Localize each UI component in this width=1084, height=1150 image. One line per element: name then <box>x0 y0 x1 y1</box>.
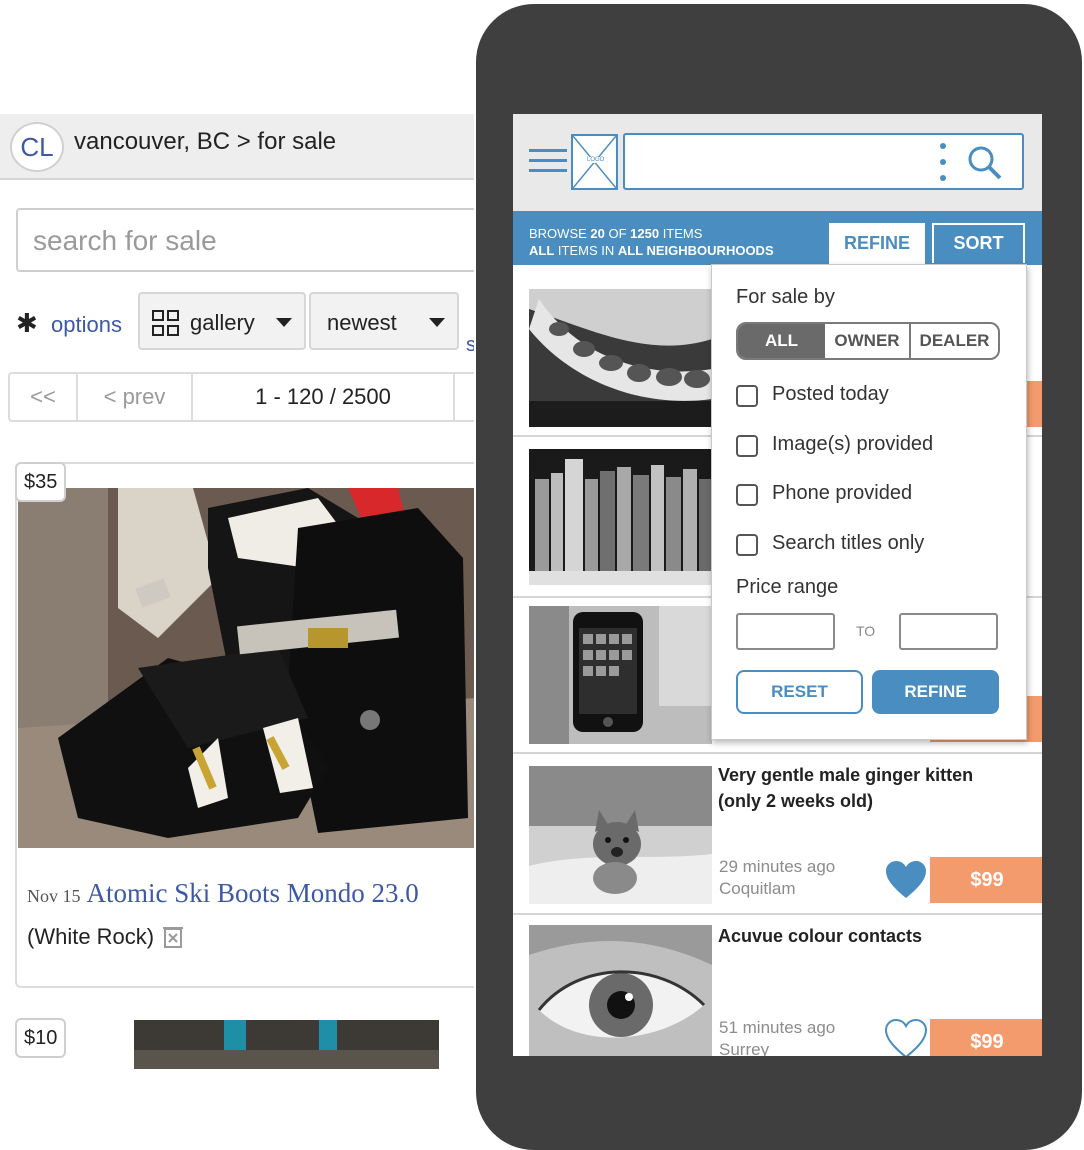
mobile-screen: LOGO BROWSE 20 OF 1250 ITEMS ALL ITEMS I… <box>513 114 1042 1056</box>
chevron-down-icon <box>276 318 292 327</box>
hamburger-menu-icon[interactable] <box>529 149 567 173</box>
page-range: 1 - 120 / 2500 <box>193 374 455 420</box>
list-item[interactable]: Acuvue colour contacts 51 minutes ago Su… <box>513 915 1042 1056</box>
browse-suffix: ITEMS <box>659 226 703 241</box>
gallery-grid-icon <box>152 310 180 338</box>
search-icon[interactable] <box>965 143 1005 183</box>
listing-time: 51 minutes ago <box>719 1018 836 1037</box>
more-options-icon[interactable] <box>940 143 946 181</box>
price-button[interactable]: $99 <box>930 857 1042 903</box>
checkbox-label: Image(s) provided <box>772 433 934 455</box>
checkbox[interactable] <box>736 484 758 506</box>
listing-title[interactable]: Very gentle male ginger kitten (only 2 w… <box>718 762 1018 814</box>
listing-meta: Nov 15 Atomic Ski Boots Mondo 23.0 <box>27 878 419 909</box>
first-page-button[interactable]: << <box>10 374 78 420</box>
listing-location-row: (White Rock) <box>27 924 184 950</box>
browse-prefix: BROWSE <box>529 226 591 241</box>
listing-time: 29 minutes ago <box>719 857 836 876</box>
refine-panel: For sale by ALL OWNER DEALER Posted toda… <box>711 264 1027 740</box>
listing-title[interactable]: Acuvue colour contacts <box>718 923 1018 949</box>
save-search-link[interactable]: s <box>466 334 474 357</box>
segment-dealer[interactable]: DEALER <box>911 324 998 358</box>
listing-thumbnail[interactable] <box>529 925 712 1056</box>
view-mode-label: gallery <box>190 310 255 335</box>
listing-meta: 29 minutes ago Coquitlam <box>719 856 835 900</box>
mobile-header: LOGO <box>513 114 1042 211</box>
refine-submit-button[interactable]: REFINE <box>872 670 999 714</box>
sort-dropdown[interactable]: newest <box>309 292 459 350</box>
checkbox-label: Phone provided <box>772 482 913 504</box>
view-mode-dropdown[interactable]: gallery <box>138 292 306 350</box>
segment-owner[interactable]: OWNER <box>825 324 911 358</box>
heart-filled-icon[interactable] <box>885 860 927 900</box>
checkbox-label: Posted today <box>772 383 889 405</box>
search-placeholder: search for sale <box>33 225 217 256</box>
trash-icon[interactable] <box>162 924 184 948</box>
options-link[interactable]: options <box>51 312 122 338</box>
for-sale-by-label: For sale by <box>736 286 835 308</box>
checkbox[interactable] <box>736 534 758 556</box>
browse-bar: BROWSE 20 OF 1250 ITEMS ALL ITEMS IN ALL… <box>513 211 1042 265</box>
tab-sort[interactable]: SORT <box>932 223 1025 263</box>
checkbox[interactable] <box>736 385 758 407</box>
checkbox-label: Search titles only <box>772 532 925 554</box>
search-input[interactable]: search for sale <box>16 208 474 272</box>
to-label: TO <box>856 623 876 639</box>
breadcrumb[interactable]: vancouver, BC > for sale <box>74 128 336 156</box>
browse-summary: BROWSE 20 OF 1250 ITEMS ALL ITEMS IN ALL… <box>529 225 774 259</box>
listing-meta: 51 minutes ago Surrey <box>719 1017 835 1056</box>
gallery-card[interactable]: $35 Nov 15 Atomic Ski Boots Mondo 23.0 (… <box>15 462 474 988</box>
craigslist-logo[interactable]: CL <box>10 122 64 172</box>
listing-thumbnail[interactable] <box>529 449 712 585</box>
listing-location: Surrey <box>719 1040 770 1056</box>
heart-outline-icon[interactable] <box>884 1018 928 1056</box>
options-row: ✱ options gallery newest <box>16 292 474 350</box>
min-price-input[interactable] <box>736 613 835 650</box>
price-range-label: Price range <box>736 576 839 598</box>
prev-page-button[interactable]: < prev <box>78 374 193 420</box>
browse-total: 1250 <box>630 226 660 241</box>
chevron-down-icon <box>429 318 445 327</box>
gear-icon[interactable]: ✱ <box>16 308 38 339</box>
listing-date: Nov 15 <box>27 886 81 906</box>
price-badge: $10 <box>15 1018 67 1058</box>
desktop-craigslist-panel: CL vancouver, BC > for sale search for s… <box>0 114 474 1069</box>
listing-thumbnail[interactable] <box>529 606 712 744</box>
browse-mid: OF <box>604 226 631 241</box>
price-badge: $35 <box>15 462 67 502</box>
listing-thumbnail[interactable] <box>529 289 712 427</box>
desktop-header: CL vancouver, BC > for sale <box>0 114 474 180</box>
reset-button[interactable]: RESET <box>736 670 863 714</box>
scope-value[interactable]: ALL NEIGHBOURHOODS <box>618 243 774 258</box>
logo-placeholder-label: LOGO <box>587 157 605 163</box>
listing-location: Coquitlam <box>719 879 796 898</box>
seller-type-segmented-control: ALL OWNER DEALER <box>736 322 1000 360</box>
pagination: << < prev 1 - 120 / 2500 <box>8 372 474 422</box>
listing-photo-ski-boots[interactable] <box>18 488 474 848</box>
listing-title-link[interactable]: Atomic Ski Boots Mondo 23.0 <box>87 878 419 908</box>
sort-label: newest <box>327 310 397 335</box>
listing-photo-bags[interactable] <box>134 1020 439 1069</box>
browse-count: 20 <box>590 226 605 241</box>
list-item[interactable]: Very gentle male ginger kitten (only 2 w… <box>513 754 1042 915</box>
segment-all[interactable]: ALL <box>738 324 825 358</box>
listing-location: (White Rock) <box>27 924 155 949</box>
checkbox[interactable] <box>736 435 758 457</box>
max-price-input[interactable] <box>899 613 998 650</box>
logo-placeholder[interactable]: LOGO <box>571 134 618 190</box>
listing-thumbnail[interactable] <box>529 766 712 904</box>
scope-mid: ITEMS IN <box>554 243 618 258</box>
price-button[interactable]: $99 <box>930 1019 1042 1056</box>
mobile-search-input[interactable] <box>623 133 1024 190</box>
scope-prefix: ALL <box>529 243 555 258</box>
tab-refine[interactable]: REFINE <box>829 223 925 265</box>
